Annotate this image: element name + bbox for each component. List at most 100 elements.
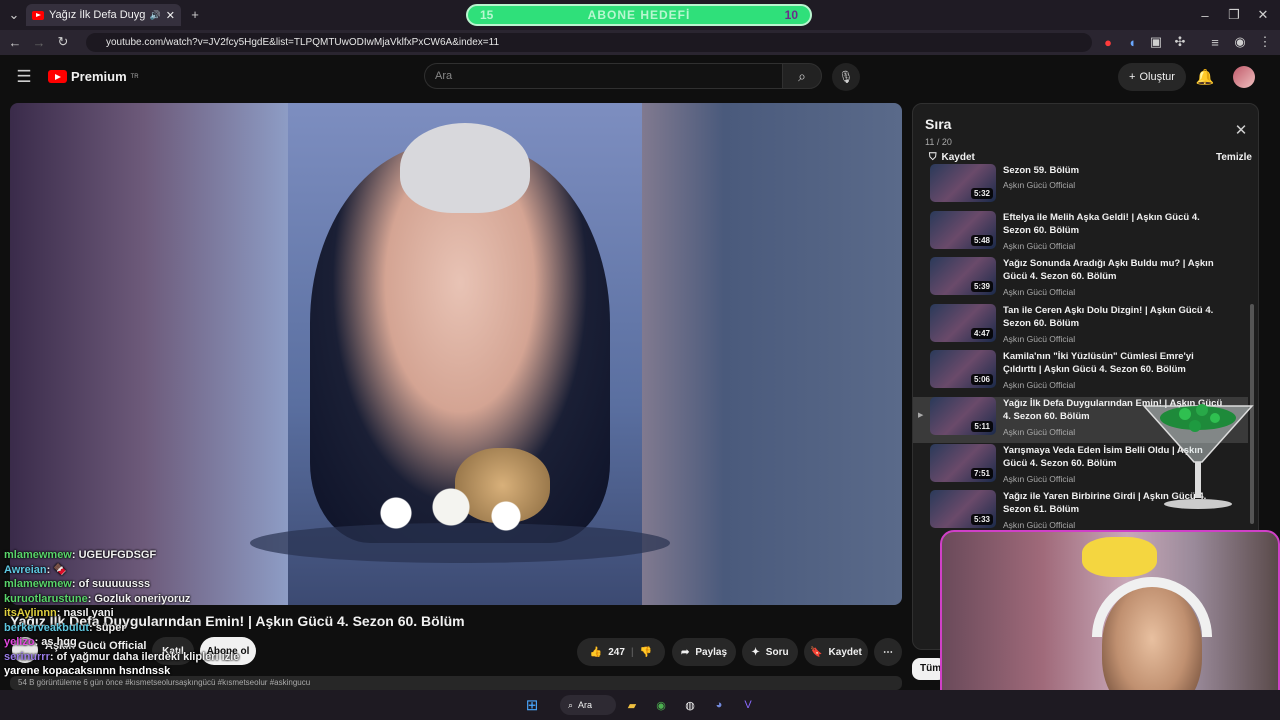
video-duration: 4:47 bbox=[970, 327, 993, 339]
playlist-item-channel: Aşkın Gücü Official bbox=[1003, 473, 1076, 484]
voice-search-button[interactable]: 🎙 bbox=[832, 63, 860, 91]
close-window-icon[interactable]: ✕ bbox=[1253, 5, 1273, 25]
close-tab-icon[interactable]: ✕ bbox=[166, 9, 175, 22]
playlist-item[interactable]: 5:39 Yağız Sonunda Aradığı Aşkı Buldu mu?… bbox=[913, 257, 1248, 303]
playlist-thumbnail: 4:47 bbox=[930, 303, 996, 342]
youtube-premium-logo[interactable]: Premium TR bbox=[48, 69, 139, 84]
video-player[interactable] bbox=[10, 103, 902, 605]
playlist-thumbnail: 5:39 bbox=[930, 257, 996, 296]
description-meta: 54 B görüntüleme 6 gün önce #kısmetseolu… bbox=[18, 678, 311, 687]
more-dots-icon: ⋯ bbox=[883, 646, 893, 658]
menu-dots-icon[interactable]: ⋮ bbox=[1255, 32, 1275, 52]
chat-message: berkerveakbulut: süper bbox=[4, 621, 424, 636]
video-duration: 5:39 bbox=[970, 281, 993, 293]
playlist-item[interactable]: 4:47 Tan ile Ceren Aşkı Dolu Dizgin! | Aş… bbox=[913, 303, 1248, 350]
create-button[interactable]: + Oluştur bbox=[1118, 63, 1186, 91]
browser-tab[interactable]: Yağız İlk Defa Duygularından 🔊 ✕ bbox=[26, 4, 181, 26]
video-presenter-hair bbox=[400, 123, 530, 213]
video-duration: 5:33 bbox=[970, 514, 993, 526]
ask-button[interactable]: ✦ Soru bbox=[742, 638, 798, 666]
playlist-item[interactable]: 5:32 Sezon 59. Bölüm Aşkın Gücü Official bbox=[913, 164, 1248, 210]
bookmark-icon: ⛉ bbox=[929, 152, 937, 163]
video-duration: 7:51 bbox=[970, 467, 993, 479]
save-button[interactable]: 🔖 Kaydet bbox=[804, 638, 868, 666]
playlist-item-channel: Aşkın Gücü Official bbox=[1003, 520, 1076, 531]
martini-glass-overlay bbox=[1142, 404, 1254, 509]
playlist-thumbnail: 5:33 bbox=[930, 490, 996, 529]
playlist-item-channel: Aşkın Gücü Official bbox=[1003, 287, 1076, 298]
discord-icon[interactable]: ◕ bbox=[709, 695, 729, 715]
stream-chat-overlay: mlamewmew: UGEUFGDSGF Awreian: 🍫 mlamewmew… bbox=[4, 548, 424, 679]
notifications-bell-icon[interactable]: 🔔 bbox=[1195, 67, 1215, 87]
browser-tab-bar: ⌄ Yağız İlk Defa Duygularından 🔊 ✕ + 15 … bbox=[0, 0, 1280, 30]
tab-title: Yağız İlk Defa Duygularından bbox=[49, 9, 145, 21]
extensions-puzzle-icon[interactable]: ✣ bbox=[1170, 32, 1190, 52]
close-playlist-icon[interactable]: ✕ bbox=[1231, 120, 1251, 140]
playlist-item-title: Kamila'nın "İki Yüzlüsün" Cümlesi Emre'y… bbox=[1003, 351, 1194, 376]
playlist-item-title: Tan ile Ceren Aşkı Dolu Dizgin! | Aşkın … bbox=[1003, 304, 1214, 329]
windows-start-icon[interactable]: ⊞ bbox=[522, 695, 542, 715]
microphone-icon: 🎙 bbox=[838, 70, 854, 84]
new-tab-icon[interactable]: + bbox=[185, 4, 205, 24]
ask-label: Soru bbox=[765, 646, 789, 658]
speaker-icon[interactable]: 🔊 bbox=[150, 10, 161, 21]
save-label: Kaydet bbox=[828, 646, 862, 658]
chat-username: yarene kopacaksınnn hsndnssk bbox=[4, 665, 171, 677]
account-avatar[interactable] bbox=[1233, 66, 1255, 88]
obs-icon[interactable]: ◍ bbox=[680, 695, 700, 715]
youtube-logo-icon bbox=[48, 70, 67, 83]
search-icon: ⌕ bbox=[568, 699, 574, 710]
logo-text: Premium bbox=[71, 69, 127, 84]
playlist-item[interactable]: 5:06 Kamila'nın "İki Yüzlüsün" Cümlesi Em… bbox=[913, 350, 1248, 396]
search-input[interactable]: Ara bbox=[424, 63, 782, 89]
playlist-clear-button[interactable]: Temizle bbox=[1216, 152, 1252, 163]
chat-username: mlamewmew bbox=[4, 578, 72, 590]
playlist-thumbnail: 5:48 bbox=[930, 210, 996, 249]
profile-avatar-icon[interactable]: ◉ bbox=[1230, 32, 1250, 52]
playlist-item-channel: Aşkın Gücü Official bbox=[1003, 180, 1076, 190]
plus-icon: + bbox=[1129, 71, 1136, 83]
like-dislike-group: 👍 247 | 👎 bbox=[577, 638, 665, 666]
playlist-thumbnail: 5:06 bbox=[930, 350, 996, 389]
forward-icon[interactable]: → bbox=[29, 32, 49, 52]
hamburger-menu-icon[interactable]: ☰ bbox=[14, 67, 34, 87]
goal-right-count: 10 bbox=[784, 8, 798, 22]
share-button[interactable]: ➦ Paylaş bbox=[672, 638, 736, 666]
chat-username: mlamewmew bbox=[4, 549, 72, 561]
search-button[interactable]: ⌕ bbox=[782, 63, 822, 89]
playlist-item-channel: Aşkın Gücü Official bbox=[1003, 427, 1076, 437]
restore-icon[interactable]: ❐ bbox=[1224, 5, 1244, 25]
minimize-icon[interactable]: – bbox=[1195, 5, 1215, 25]
back-icon[interactable]: ← bbox=[5, 32, 25, 52]
create-label: Oluştur bbox=[1139, 71, 1175, 83]
goal-label: ABONE HEDEFİ bbox=[587, 8, 691, 22]
extension-red-icon[interactable]: ● bbox=[1098, 32, 1118, 52]
video-duration: 5:48 bbox=[970, 234, 993, 246]
like-count[interactable]: 247 bbox=[608, 647, 625, 658]
chat-username: berkerveakbulut bbox=[4, 621, 89, 634]
playlist-save-button[interactable]: ⛉ Kaydet bbox=[929, 152, 975, 163]
webcam-plush-toy bbox=[1082, 537, 1157, 577]
url-text: youtube.com/watch?v=JV2fcy5HgdE&list=TLP… bbox=[106, 37, 500, 48]
logo-region: TR bbox=[130, 73, 139, 80]
extension-icon[interactable]: ▣ bbox=[1146, 32, 1166, 52]
extension-audio-icon[interactable]: ◖ bbox=[1122, 32, 1142, 52]
video-duration: 5:06 bbox=[970, 374, 993, 386]
thumbs-down-icon[interactable]: 👎 bbox=[640, 647, 652, 658]
taskbar-search[interactable]: ⌕ Ara bbox=[560, 695, 616, 715]
chat-text: : Gozluk oneriyoruz bbox=[87, 592, 191, 605]
playlist-item[interactable]: 5:48 Eftelya ile Melih Aşka Geldi! | Aşkı… bbox=[913, 210, 1248, 257]
chrome-icon[interactable]: ◉ bbox=[651, 695, 671, 715]
thumbs-up-icon[interactable]: 👍 bbox=[590, 647, 602, 658]
file-explorer-icon[interactable]: ▰ bbox=[622, 695, 642, 715]
search-placeholder: Ara bbox=[435, 70, 453, 82]
media-icon[interactable]: ≡ bbox=[1205, 32, 1225, 52]
reload-icon[interactable]: ↻ bbox=[53, 32, 73, 52]
sparkle-icon: ✦ bbox=[751, 646, 760, 658]
chat-message: yelizo: as hgg bbox=[4, 635, 424, 650]
app-icon[interactable]: V bbox=[738, 695, 758, 715]
address-bar-row: ← → ↻ youtube.com/watch?v=JV2fcy5HgdE&li… bbox=[0, 30, 1280, 55]
tab-list-icon[interactable]: ⌄ bbox=[4, 5, 24, 25]
url-field[interactable]: youtube.com/watch?v=JV2fcy5HgdE&list=TLP… bbox=[86, 33, 1092, 52]
more-actions-button[interactable]: ⋯ bbox=[874, 638, 902, 666]
